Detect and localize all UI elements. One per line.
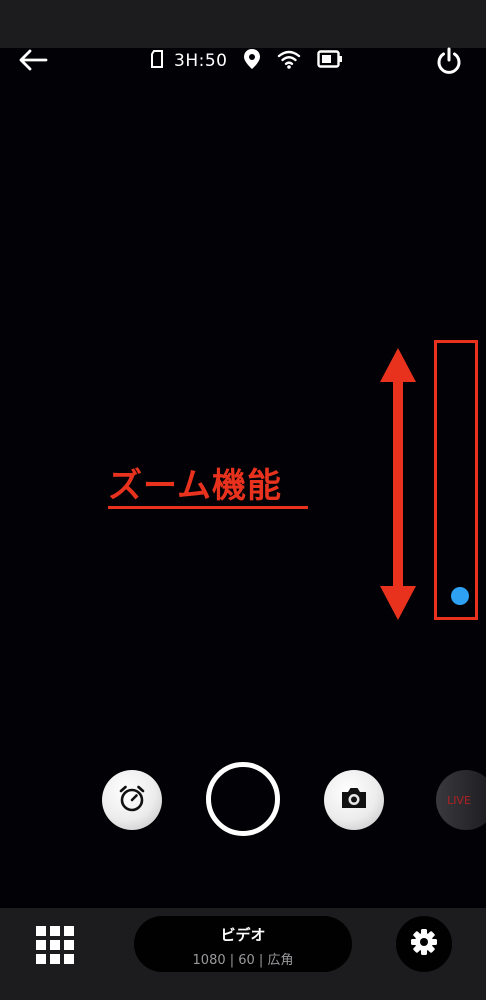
zoom-slider-knob[interactable] (451, 587, 469, 605)
zoom-function-annotation: ズーム機能 (108, 466, 282, 506)
mode-title: ビデオ (220, 926, 266, 944)
status-indicators: 3H:50 (150, 48, 343, 74)
double-arrow-annotation-icon (376, 346, 420, 622)
annotation-underline (108, 506, 308, 509)
grid-menu-icon[interactable] (36, 926, 74, 964)
camera-icon (339, 785, 369, 815)
gear-icon (410, 928, 438, 960)
zoom-slider[interactable] (437, 343, 475, 617)
timer-icon (117, 783, 147, 817)
wifi-icon (277, 49, 301, 73)
live-label: LIVE (447, 793, 471, 807)
settings-button[interactable] (396, 916, 452, 972)
bottom-bar: ビデオ 1080 | 60 | 広角 (0, 908, 486, 1000)
status-bar: 3H:50 (0, 46, 486, 86)
live-mode-button[interactable]: LIVE (436, 770, 486, 830)
zoom-slider-highlight (434, 340, 478, 620)
top-strip (0, 0, 486, 48)
location-icon (243, 48, 261, 74)
battery-icon (317, 50, 343, 72)
back-arrow-icon[interactable] (18, 48, 48, 72)
sd-card-icon (150, 50, 164, 72)
power-icon[interactable] (434, 46, 464, 76)
recording-time-remaining: 3H:50 (174, 51, 228, 71)
shutter-button[interactable] (206, 762, 280, 836)
timer-button[interactable] (102, 770, 162, 830)
mode-details: 1080 | 60 | 広角 (192, 953, 294, 968)
mode-selector[interactable]: ビデオ 1080 | 60 | 広角 (134, 916, 352, 972)
camera-controls: LIVE (0, 762, 486, 836)
photo-mode-button[interactable] (324, 770, 384, 830)
